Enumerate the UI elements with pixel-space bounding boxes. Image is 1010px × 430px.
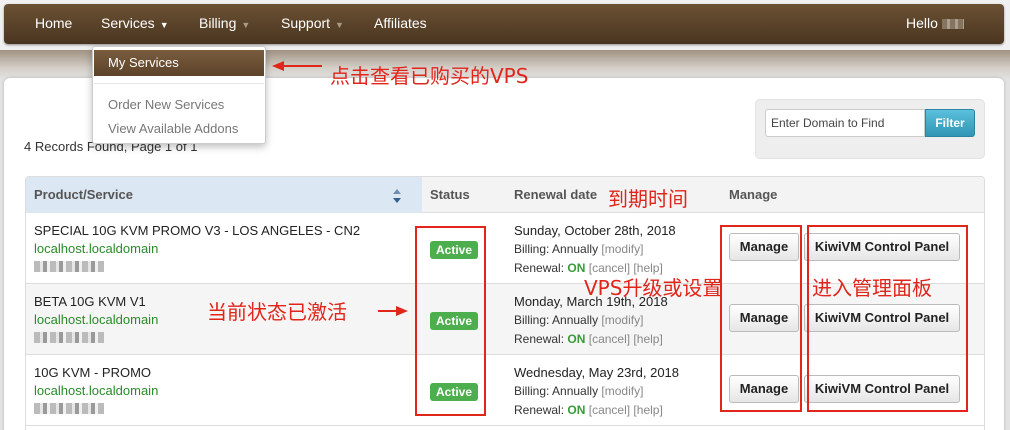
arrow-left-icon [272,61,322,71]
arrow-right-icon [378,306,408,316]
annotation-arrows [272,61,408,316]
